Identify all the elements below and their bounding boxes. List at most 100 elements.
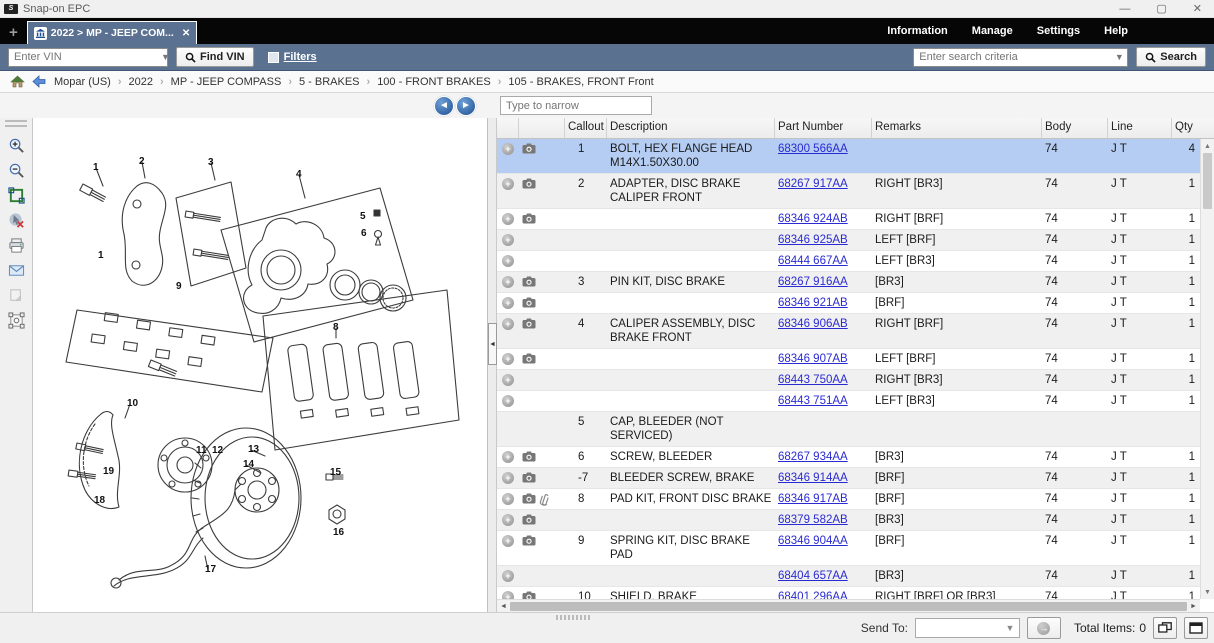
camera-icon[interactable] xyxy=(522,297,536,308)
nav-forward-button[interactable]: ► xyxy=(456,96,476,116)
expand-icon[interactable]: + xyxy=(502,535,514,547)
diagram-callout-3[interactable]: 3 xyxy=(208,157,214,168)
home-icon[interactable] xyxy=(10,75,25,88)
print-icon[interactable] xyxy=(6,236,26,254)
table-row[interactable]: +4CALIPER ASSEMBLY, DISC BRAKE FRONT6834… xyxy=(497,314,1200,349)
expand-icon[interactable]: + xyxy=(502,318,514,330)
camera-icon[interactable] xyxy=(522,318,536,329)
send-go-button[interactable]: → xyxy=(1027,617,1061,639)
expand-icon[interactable]: + xyxy=(502,178,514,190)
collapse-panel-icon[interactable]: ◄ xyxy=(488,323,497,365)
diagram-callout-9[interactable]: 9 xyxy=(176,281,182,292)
diagram-callout-17[interactable]: 17 xyxy=(205,564,216,575)
breadcrumb-item[interactable]: 100 - FRONT BRAKES xyxy=(377,76,491,88)
camera-icon[interactable] xyxy=(522,143,536,154)
part-number-link[interactable]: 68443 751AA xyxy=(778,395,848,407)
camera-icon[interactable] xyxy=(522,493,536,504)
maximize-icon[interactable]: ▢ xyxy=(1156,2,1166,16)
diagram-callout-2[interactable]: 2 xyxy=(139,156,145,167)
expand-icon[interactable]: + xyxy=(502,591,514,599)
table-row[interactable]: +68346 925ABLEFT [BRF]74J T1 xyxy=(497,230,1200,251)
table-row[interactable]: +68443 750AARIGHT [BR3]74J T1 xyxy=(497,370,1200,391)
diagram-callout-15[interactable]: 15 xyxy=(330,467,341,478)
expand-icon[interactable]: + xyxy=(502,213,514,225)
scroll-up-icon[interactable]: ▲ xyxy=(1201,139,1214,153)
part-number-link[interactable]: 68346 917AB xyxy=(778,493,848,505)
expand-icon[interactable]: + xyxy=(502,234,514,246)
part-number-link[interactable]: 68346 914AA xyxy=(778,472,848,484)
table-row[interactable]: +3PIN KIT, DISC BRAKE68267 916AA[BR3]74J… xyxy=(497,272,1200,293)
vin-input[interactable] xyxy=(9,49,161,66)
diagram-callout-4[interactable]: 4 xyxy=(296,169,302,180)
expand-icon[interactable]: + xyxy=(502,297,514,309)
header-qty[interactable]: Qty xyxy=(1172,118,1200,138)
table-row[interactable]: +68404 657AA[BR3]74J T1 xyxy=(497,566,1200,587)
table-row[interactable]: +68443 751AALEFT [BR3]74J T1 xyxy=(497,391,1200,412)
close-icon[interactable]: ✕ xyxy=(1193,2,1202,16)
minimize-icon[interactable]: — xyxy=(1119,2,1130,16)
menu-item-manage[interactable]: Manage xyxy=(972,25,1013,37)
diagram-callout-1[interactable]: 1 xyxy=(93,162,99,173)
expand-icon[interactable]: + xyxy=(502,472,514,484)
diagram-callout-8[interactable]: 8 xyxy=(333,322,339,333)
vin-combobox[interactable]: ▼ xyxy=(8,48,168,67)
table-row[interactable]: +8PAD KIT, FRONT DISC BRAKE68346 917AB[B… xyxy=(497,489,1200,510)
part-number-link[interactable]: 68444 667AA xyxy=(778,255,848,267)
panel-splitter[interactable]: ◄ xyxy=(488,118,497,612)
expand-icon[interactable]: + xyxy=(502,374,514,386)
diagram-callout-5[interactable]: 5 xyxy=(360,211,366,222)
table-row[interactable]: 5CAP, BLEEDER (NOT SERVICED) xyxy=(497,412,1200,447)
table-row[interactable]: +68379 582AB[BR3]74J T1 xyxy=(497,510,1200,531)
menu-item-information[interactable]: Information xyxy=(887,25,948,37)
expand-icon[interactable]: + xyxy=(502,493,514,505)
table-row[interactable]: +68346 921AB[BRF]74J T1 xyxy=(497,293,1200,314)
diagram-callout-14[interactable]: 14 xyxy=(243,459,254,470)
part-number-link[interactable]: 68401 296AA xyxy=(778,591,848,599)
table-row[interactable]: +68346 907ABLEFT [BRF]74J T1 xyxy=(497,349,1200,370)
zoom-out-icon[interactable] xyxy=(6,161,26,179)
camera-icon[interactable] xyxy=(522,213,536,224)
breadcrumb-item[interactable]: Mopar (US) xyxy=(54,76,111,88)
part-number-link[interactable]: 68300 566AA xyxy=(778,143,848,155)
diagram-callout-18[interactable]: 18 xyxy=(94,495,105,506)
expand-icon[interactable]: + xyxy=(502,255,514,267)
header-part-number[interactable]: Part Number xyxy=(775,118,872,138)
narrow-filter-box[interactable] xyxy=(500,96,652,115)
scroll-left-icon[interactable]: ◄ xyxy=(497,603,510,610)
header-body[interactable]: Body xyxy=(1042,118,1108,138)
expand-icon[interactable]: + xyxy=(502,451,514,463)
expand-icon[interactable]: + xyxy=(502,570,514,582)
find-vin-button[interactable]: Find VIN xyxy=(176,47,254,67)
expand-icon[interactable]: + xyxy=(502,276,514,288)
part-number-link[interactable]: 68379 582AB xyxy=(778,514,848,526)
diagram-callout-16[interactable]: 16 xyxy=(333,527,344,538)
camera-icon[interactable] xyxy=(522,178,536,189)
parts-diagram[interactable]: 12345619810111213141516171819 xyxy=(33,118,488,612)
part-number-link[interactable]: 68443 750AA xyxy=(778,374,848,386)
part-number-link[interactable]: 68346 921AB xyxy=(778,297,848,309)
diagram-callout-12[interactable]: 12 xyxy=(212,445,223,456)
diagram-callout-6[interactable]: 6 xyxy=(361,228,367,239)
menu-item-help[interactable]: Help xyxy=(1104,25,1128,37)
table-row[interactable]: +6SCREW, BLEEDER68267 934AA[BR3]74J T1 xyxy=(497,447,1200,468)
tab-close-icon[interactable]: ✕ xyxy=(182,28,190,39)
header-callout[interactable]: Callout xyxy=(565,118,607,138)
scroll-down-icon[interactable]: ▼ xyxy=(1201,585,1214,599)
part-number-link[interactable]: 68267 934AA xyxy=(778,451,848,463)
breadcrumb-item[interactable]: 105 - BRAKES, FRONT Front xyxy=(508,76,653,88)
search-button[interactable]: Search xyxy=(1136,47,1206,67)
part-number-link[interactable]: 68404 657AA xyxy=(778,570,848,582)
search-input[interactable] xyxy=(914,49,1111,66)
breadcrumb-item[interactable]: 5 - BRAKES xyxy=(299,76,360,88)
send-to-dropdown[interactable]: ▼ xyxy=(915,618,1020,638)
table-row[interactable]: +1BOLT, HEX FLANGE HEAD M14X1.50X30.0068… xyxy=(497,139,1200,174)
header-description[interactable]: Description xyxy=(607,118,775,138)
table-row[interactable]: +-7BLEEDER SCREW, BRAKE68346 914AA[BRF]7… xyxy=(497,468,1200,489)
filters-checkbox[interactable] xyxy=(268,52,279,63)
filters-link[interactable]: Filters xyxy=(284,51,317,63)
part-number-link[interactable]: 68267 917AA xyxy=(778,178,848,190)
copy-page-icon[interactable] xyxy=(6,286,26,304)
export-image-icon[interactable] xyxy=(6,311,26,329)
horizontal-scrollbar[interactable]: ◄ ► xyxy=(497,599,1200,612)
attachment-icon[interactable] xyxy=(539,493,549,506)
